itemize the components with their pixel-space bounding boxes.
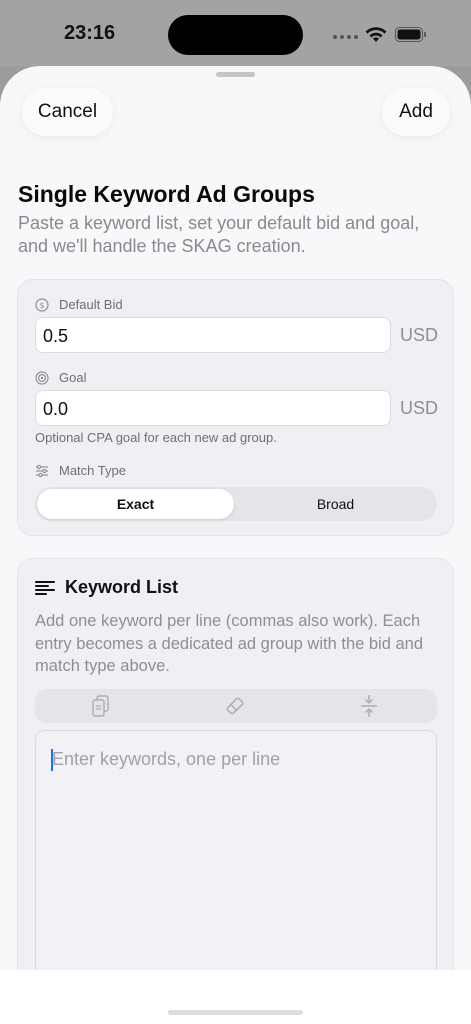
keyword-list-description: Add one keyword per line (commas also wo… (35, 612, 424, 675)
default-bid-label-row: $ Default Bid (35, 297, 123, 312)
default-bid-label: Default Bid (59, 297, 123, 312)
battery-icon (395, 27, 426, 42)
eraser-icon (226, 697, 244, 715)
compress-button[interactable] (356, 693, 382, 719)
match-type-segmented-control: Exact Broad (35, 487, 437, 521)
match-type-exact[interactable]: Exact (37, 489, 234, 519)
settings-card: $ Default Bid 0.5 USD Goal 0.0 USD Optio… (17, 279, 454, 536)
text-lines-icon (35, 580, 55, 595)
page-title: Single Keyword Ad Groups (18, 181, 315, 207)
home-indicator[interactable] (168, 1010, 303, 1015)
add-button[interactable]: Add (382, 88, 450, 136)
modal-sheet: Cancel Add Single Keyword Ad Groups Past… (0, 66, 471, 1024)
goal-hint: Optional CPA goal for each new ad group. (35, 430, 277, 445)
dynamic-island (168, 15, 303, 55)
keyword-toolbar (35, 689, 437, 723)
goal-input[interactable]: 0.0 (35, 390, 391, 426)
keyword-placeholder: Enter keywords, one per line (52, 749, 281, 769)
compress-icon (361, 695, 377, 717)
default-bid-unit: USD (400, 325, 439, 345)
paste-icon (92, 695, 109, 717)
match-type-label: Match Type (59, 463, 126, 478)
default-bid-input[interactable]: 0.5 (35, 317, 391, 353)
cellular-signal-icon (333, 35, 358, 39)
keyword-list-title: Keyword List (65, 577, 179, 597)
match-type-broad[interactable]: Broad (236, 489, 435, 519)
dollar-circle-icon: $ (35, 297, 49, 312)
target-icon (35, 370, 49, 385)
keyword-list-card: Keyword List Add one keyword per line (c… (17, 558, 454, 1024)
match-type-label-row: Match Type (35, 463, 126, 478)
goal-label-row: Goal (35, 370, 86, 385)
paste-button[interactable] (88, 693, 114, 719)
goal-label: Goal (59, 370, 87, 385)
page-subtitle: Paste a keyword list, set your default b… (18, 213, 420, 256)
clear-button[interactable] (222, 693, 248, 719)
cancel-button[interactable]: Cancel (22, 88, 113, 136)
svg-text:$: $ (39, 301, 44, 310)
status-time: 23:16 (64, 22, 116, 44)
sheet-grabber[interactable] (216, 72, 255, 77)
sliders-icon (36, 464, 48, 477)
status-bar: 23:16 (0, 0, 471, 66)
bottom-area (0, 970, 471, 1024)
wifi-icon (365, 27, 387, 42)
keyword-list-header: Keyword List (35, 577, 178, 598)
goal-unit: USD (400, 398, 439, 418)
